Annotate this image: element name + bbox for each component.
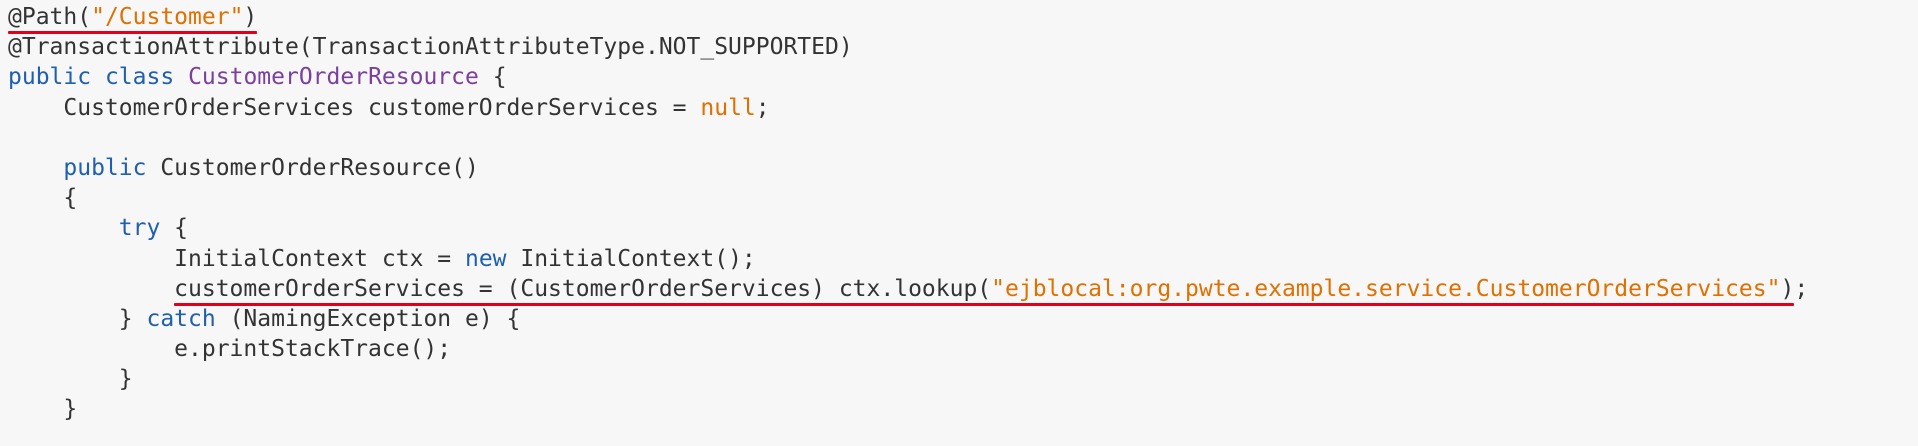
code-line-12: e.printStackTrace();	[8, 334, 1908, 364]
token-plain: InitialContext();	[506, 245, 756, 272]
code-line-2: @TransactionAttribute(TransactionAttribu…	[8, 32, 1908, 62]
token-plain: {	[63, 185, 78, 212]
token-plain: (NamingException e) {	[215, 305, 521, 332]
code-line-8: try {	[8, 213, 1908, 243]
token-plain: e.printStackTrace();	[174, 336, 452, 363]
code-line-9: InitialContext ctx = new InitialContext(…	[8, 244, 1908, 274]
token-keyword: try	[118, 215, 161, 242]
highlighted-code-underline: customerOrderServices = (CustomerOrderSe…	[174, 274, 1795, 307]
code-line-7: {	[8, 183, 1908, 213]
code-line-14: }	[8, 394, 1908, 424]
token-plain: CustomerOrderServices customerOrderServi…	[63, 94, 701, 121]
code-line-10: customerOrderServices = (CustomerOrderSe…	[8, 274, 1908, 307]
token-string: "/Customer"	[91, 4, 244, 30]
token-plain: @Path(	[8, 4, 92, 30]
code-editor: @Path("/Customer") @TransactionAttribute(…	[8, 2, 1908, 442]
token-plain: )	[1780, 275, 1795, 302]
token-plain: }	[63, 396, 78, 423]
token-plain: {	[160, 215, 189, 242]
code-line-1: @Path("/Customer")	[8, 2, 1908, 35]
code-line-13: }	[8, 364, 1908, 394]
token-plain: CustomerOrderResource()	[146, 154, 479, 181]
code-line-6: public CustomerOrderResource()	[8, 153, 1908, 183]
token-plain: }	[118, 366, 133, 393]
code-line-4: CustomerOrderServices customerOrderServi…	[8, 93, 1908, 123]
token-keyword: new	[464, 245, 507, 272]
token-string: "ejblocal:org.pwte.example.service.Custo…	[991, 275, 1781, 302]
token-plain: @TransactionAttribute(TransactionAttribu…	[8, 34, 853, 61]
token-keyword: class	[104, 64, 175, 91]
token-plain: )	[243, 4, 258, 30]
token-plain: customerOrderServices = (CustomerOrderSe…	[174, 275, 992, 302]
code-line-3: public class CustomerOrderResource {	[8, 62, 1908, 92]
token-plain: InitialContext ctx =	[174, 245, 465, 272]
token-string: null	[700, 94, 756, 121]
token-keyword: public	[63, 154, 147, 181]
token-plain: ;	[1794, 275, 1809, 302]
token-plain: }	[118, 305, 147, 332]
token-keyword: catch	[146, 305, 216, 332]
token-plain: ;	[755, 94, 770, 121]
token-classname: CustomerOrderResource	[188, 64, 479, 91]
code-line-11: } catch (NamingException e) {	[8, 304, 1908, 334]
highlighted-code-underline: @Path("/Customer")	[8, 2, 258, 35]
token-plain: {	[478, 64, 507, 91]
token-keyword: public	[8, 64, 92, 91]
